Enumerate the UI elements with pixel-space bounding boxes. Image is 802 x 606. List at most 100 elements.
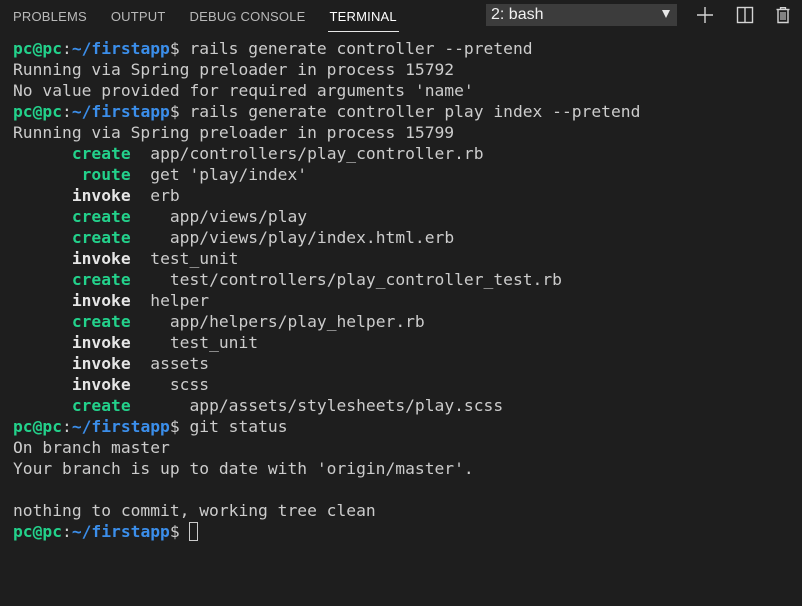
prompt-separator: :	[62, 102, 72, 121]
terminal-line: invoke scss	[13, 374, 793, 395]
terminal-line: pc@pc:~/firstapp$ rails generate control…	[13, 38, 793, 59]
prompt-symbol: $	[169, 522, 190, 541]
prompt-path: ~/firstapp	[71, 39, 170, 58]
generator-action: create	[71, 312, 131, 331]
generator-action: invoke	[71, 354, 131, 373]
terminal-line: Running via Spring preloader in process …	[13, 59, 793, 80]
generator-target: helper	[130, 291, 210, 310]
terminal-panel: PROBLEMS OUTPUT DEBUG CONSOLE TERMINAL 2…	[0, 0, 802, 606]
terminal-line: invoke assets	[13, 353, 793, 374]
prompt-separator: :	[62, 417, 72, 436]
generator-action: invoke	[71, 186, 131, 205]
split-icon	[736, 6, 754, 24]
trash-icon	[776, 7, 790, 24]
command-text: git status	[189, 417, 288, 436]
output-text: Running via Spring preloader in process …	[13, 123, 455, 142]
terminal-line: invoke test_unit	[13, 248, 793, 269]
generator-action: invoke	[71, 249, 131, 268]
generator-action: route	[81, 165, 131, 184]
generator-target: app/views/play	[130, 207, 308, 226]
generator-target: erb	[130, 186, 180, 205]
new-terminal-button[interactable]	[694, 4, 716, 26]
command-text: rails generate controller play index --p…	[189, 102, 641, 121]
generator-target: app/assets/stylesheets/play.scss	[130, 396, 504, 415]
split-terminal-button[interactable]	[734, 4, 756, 26]
command-text: rails generate controller --pretend	[189, 39, 533, 58]
generator-action: create	[71, 144, 131, 163]
output-text: No value provided for required arguments…	[13, 81, 474, 100]
terminal-line: nothing to commit, working tree clean	[13, 500, 793, 521]
terminal-line: route get 'play/index'	[13, 164, 793, 185]
generator-target: scss	[130, 375, 210, 394]
panel-header: PROBLEMS OUTPUT DEBUG CONSOLE TERMINAL 2…	[0, 0, 802, 33]
generator-target: test_unit	[130, 333, 259, 352]
prompt-symbol: $	[169, 39, 190, 58]
terminal-line: pc@pc:~/firstapp$	[13, 521, 793, 542]
generator-target: test/controllers/play_controller_test.rb	[130, 270, 562, 289]
terminal-line: pc@pc:~/firstapp$ git status	[13, 416, 793, 437]
generator-target: test_unit	[130, 249, 239, 268]
terminal-line: create app/views/play/index.html.erb	[13, 227, 793, 248]
output-text: Your branch is up to date with 'origin/m…	[13, 459, 474, 478]
generator-action: create	[71, 228, 131, 247]
terminal-cursor	[189, 522, 199, 541]
generator-action: create	[71, 207, 131, 226]
prompt-path: ~/firstapp	[71, 522, 170, 541]
prompt-symbol: $	[169, 417, 190, 436]
terminal-select[interactable]: 2: bash	[486, 4, 677, 26]
terminal-line: On branch master	[13, 437, 793, 458]
terminal-output[interactable]: pc@pc:~/firstapp$ rails generate control…	[13, 38, 793, 542]
terminal-line: Running via Spring preloader in process …	[13, 122, 793, 143]
generator-action: invoke	[71, 291, 131, 310]
tab-output[interactable]: OUTPUT	[99, 0, 178, 32]
prompt-path: ~/firstapp	[71, 417, 170, 436]
generator-action: invoke	[71, 375, 131, 394]
terminal-line: No value provided for required arguments…	[13, 80, 793, 101]
terminal-line: create app/assets/stylesheets/play.scss	[13, 395, 793, 416]
prompt-user: pc@pc	[13, 522, 63, 541]
generator-target: get 'play/index'	[130, 165, 308, 184]
prompt-separator: :	[62, 522, 72, 541]
prompt-separator: :	[62, 39, 72, 58]
generator-action: invoke	[71, 333, 131, 352]
terminal-line: invoke erb	[13, 185, 793, 206]
terminal-line: invoke helper	[13, 290, 793, 311]
prompt-user: pc@pc	[13, 417, 63, 436]
generator-target: assets	[130, 354, 210, 373]
prompt-user: pc@pc	[13, 39, 63, 58]
panel-tabs: PROBLEMS OUTPUT DEBUG CONSOLE TERMINAL	[0, 0, 409, 33]
terminal-line: create app/helpers/play_helper.rb	[13, 311, 793, 332]
tab-terminal[interactable]: TERMINAL	[318, 0, 409, 32]
terminal-line: pc@pc:~/firstapp$ rails generate control…	[13, 101, 793, 122]
terminal-line: Your branch is up to date with 'origin/m…	[13, 458, 793, 479]
output-text: On branch master	[13, 438, 170, 457]
tab-debug-console[interactable]: DEBUG CONSOLE	[178, 0, 318, 32]
prompt-user: pc@pc	[13, 102, 63, 121]
tab-problems[interactable]: PROBLEMS	[0, 0, 99, 32]
terminal-line: create app/controllers/play_controller.r…	[13, 143, 793, 164]
generator-target: app/views/play/index.html.erb	[130, 228, 455, 247]
generator-action: create	[71, 396, 131, 415]
terminal-line: create app/views/play	[13, 206, 793, 227]
prompt-path: ~/firstapp	[71, 102, 170, 121]
terminal-select-value: 2: bash	[491, 6, 544, 23]
generator-target: app/controllers/play_controller.rb	[130, 144, 484, 163]
output-text: Running via Spring preloader in process …	[13, 60, 455, 79]
plus-icon	[697, 7, 713, 23]
generator-target: app/helpers/play_helper.rb	[130, 312, 425, 331]
kill-terminal-button[interactable]	[772, 4, 794, 26]
output-text: nothing to commit, working tree clean	[13, 501, 376, 520]
